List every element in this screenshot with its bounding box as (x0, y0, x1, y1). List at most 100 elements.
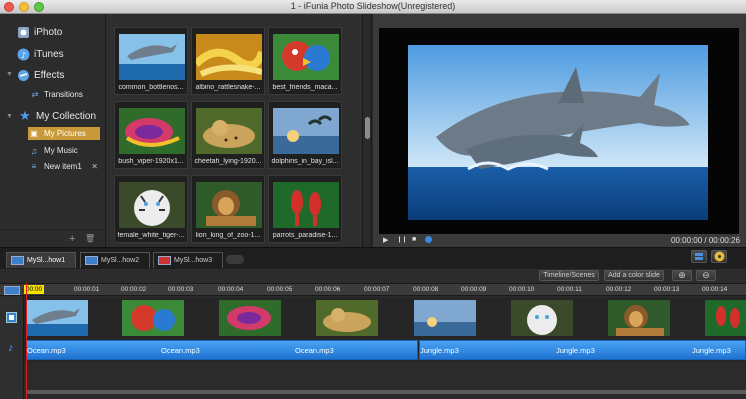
audio-clip-label: Ocean.mp3 (161, 346, 200, 355)
sidebar-item-my-collection[interactable]: ★ My Collection (18, 107, 104, 125)
audio-clip-jungle[interactable]: Jungle.mp3 Jungle.mp3 Jungle.mp3 (419, 340, 746, 360)
play-button[interactable]: ▶ (383, 236, 388, 244)
star-icon: ★ (19, 108, 31, 123)
thumbnail-caption: dolphins_in_bay_isl... (271, 158, 339, 165)
playhead-line[interactable] (26, 283, 27, 399)
zoom-out-button[interactable]: ⊖ (696, 270, 716, 281)
snake-thumbnail (196, 34, 262, 80)
video-clip[interactable] (316, 300, 378, 336)
progress-slider-knob[interactable] (425, 236, 432, 243)
sidebar-item-label: iTunes (34, 48, 64, 60)
add-color-slide-button[interactable]: Add a color slide (604, 270, 664, 281)
preview-screen (379, 28, 739, 234)
snapshot-icon[interactable] (4, 286, 20, 295)
sidebar-item-new-item1[interactable]: ≡ New item1 ✕ (28, 160, 104, 173)
thumbnail-item[interactable]: bush_viper-1920x1... (114, 101, 188, 169)
video-track (0, 297, 746, 339)
sidebar-footer: + 🗑 (0, 229, 106, 247)
dolphin-thumbnail (119, 34, 185, 80)
thumbnail-item[interactable]: lion_king_of_zoo-1... (191, 175, 265, 243)
thumbnail-caption: female_white_tiger-... (117, 232, 185, 239)
splitter-handle[interactable] (365, 117, 370, 139)
iphoto-icon (16, 25, 30, 39)
video-clip[interactable] (414, 300, 476, 336)
splitter-bar[interactable] (363, 14, 372, 247)
video-clip[interactable] (705, 300, 746, 336)
app-window: 1 - iFunia Photo Slideshow(Unregistered)… (0, 0, 746, 399)
playhead-time-label[interactable]: 00:00 (24, 285, 44, 294)
cheetah-thumbnail (196, 108, 262, 154)
project-thumbnail-icon (85, 256, 98, 265)
ruler-tick: 00:00:02 (121, 286, 147, 293)
thumbnail-item[interactable]: common_bottlenos... (114, 27, 188, 95)
title-bar: 1 - iFunia Photo Slideshow(Unregistered) (0, 0, 746, 14)
storyboard-view-button[interactable] (691, 250, 707, 263)
collapse-triangle-icon[interactable]: ▼ (6, 71, 13, 78)
playback-controls: ▶ ❙❙ ■ 00:00:00 / 00:00:26 (373, 236, 746, 247)
video-clip[interactable] (122, 300, 184, 336)
video-clip[interactable] (219, 300, 281, 336)
sidebar-item-label: iPhoto (34, 26, 63, 38)
video-clip[interactable] (511, 300, 573, 336)
audio-clip-ocean[interactable]: Ocean.mp3 Ocean.mp3 Ocean.mp3 (26, 340, 418, 360)
thumbnail-caption: albino_rattlesnake-... (195, 84, 261, 91)
preview-timecode: 00:00:00 / 00:00:26 (671, 236, 740, 245)
sidebar-item-iphoto[interactable]: iPhoto (16, 23, 104, 41)
thumbnail-item[interactable]: albino_rattlesnake-... (191, 27, 265, 95)
svg-text:♪: ♪ (21, 51, 26, 60)
ruler-tick: 00:00:03 (168, 286, 194, 293)
add-collection-button[interactable]: + (69, 233, 75, 245)
thumbnail-item[interactable]: female_white_tiger-... (114, 175, 188, 243)
ruler-tick: 00:00:01 (74, 286, 100, 293)
audio-clip-label: Jungle.mp3 (420, 346, 459, 355)
sidebar-item-transitions[interactable]: ⇄ Transitions (30, 88, 104, 101)
burn-dvd-button[interactable] (711, 250, 727, 263)
ruler-tick: 00:00:04 (218, 286, 244, 293)
thumbnail-item[interactable]: best_friends_maca... (268, 27, 342, 95)
sidebar-item-effects[interactable]: Effects (16, 66, 104, 84)
thumbnail-caption: bush_viper-1920x1... (118, 158, 184, 165)
sidebar-item-itunes[interactable]: ♪ iTunes (16, 45, 104, 63)
ruler-tick: 00:00:06 (315, 286, 341, 293)
project-thumbnail-icon (11, 256, 24, 265)
sidebar-item-label: My Collection (36, 110, 97, 122)
thumbnail-item[interactable]: cheetah_lying-1920... (191, 101, 265, 169)
project-tab-3[interactable]: MySl...how3 (153, 252, 223, 268)
project-tab-1[interactable]: MySl...how1 (6, 252, 76, 268)
sidebar-item-my-music[interactable]: ♫ My Music (28, 144, 104, 157)
remove-item-icon[interactable]: ✕ (91, 162, 98, 171)
thumbnail-caption: common_bottlenos... (118, 84, 184, 91)
parrots-thumbnail (273, 182, 339, 228)
video-clip[interactable] (26, 300, 88, 336)
timeline-ruler[interactable]: 00:00:01 00:00:02 00:00:03 00:00:04 00:0… (0, 283, 746, 296)
preview-image (408, 45, 708, 220)
sidebar-item-my-pictures[interactable]: ▣ My Pictures (28, 127, 100, 140)
audio-clip-label: Ocean.mp3 (295, 346, 334, 355)
collapse-triangle-icon[interactable]: ▼ (6, 113, 13, 120)
ruler-tick: 00:00:14 (702, 286, 728, 293)
timeline-scrollbar[interactable] (26, 390, 746, 396)
audio-clip-label: Jungle.mp3 (692, 346, 731, 355)
timeline-toolbar: Timeline/Scenes Add a color slide ⊕ ⊖ (0, 269, 746, 283)
ruler-tick: 00:00:12 (606, 286, 632, 293)
video-clip[interactable] (608, 300, 670, 336)
trash-icon[interactable]: 🗑 (85, 234, 95, 243)
thumbnail-item[interactable]: parrots_paradise-1... (268, 175, 342, 243)
ruler-tick: 00:00:08 (413, 286, 439, 293)
new-project-tab-button[interactable] (226, 255, 244, 264)
pause-button[interactable]: ❙❙ (397, 236, 407, 243)
project-tab-label: MySl...how3 (174, 257, 213, 264)
zoom-in-button[interactable]: ⊕ (672, 270, 692, 281)
empty-track-header (0, 361, 24, 399)
audio-clip-label: Jungle.mp3 (556, 346, 595, 355)
list-icon: ≡ (31, 162, 37, 171)
video-track-header (0, 297, 24, 339)
thumbnail-item[interactable]: dolphins_in_bay_isl... (268, 101, 342, 169)
timeline-scenes-button[interactable]: Timeline/Scenes (539, 270, 599, 281)
lion-thumbnail (196, 182, 262, 228)
stop-button[interactable]: ■ (412, 236, 416, 243)
tiger-thumbnail (119, 182, 185, 228)
project-tab-2[interactable]: MySl...how2 (80, 252, 150, 268)
timeline-scrollbar-knob[interactable] (26, 390, 746, 394)
transitions-icon: ⇄ (31, 90, 39, 99)
